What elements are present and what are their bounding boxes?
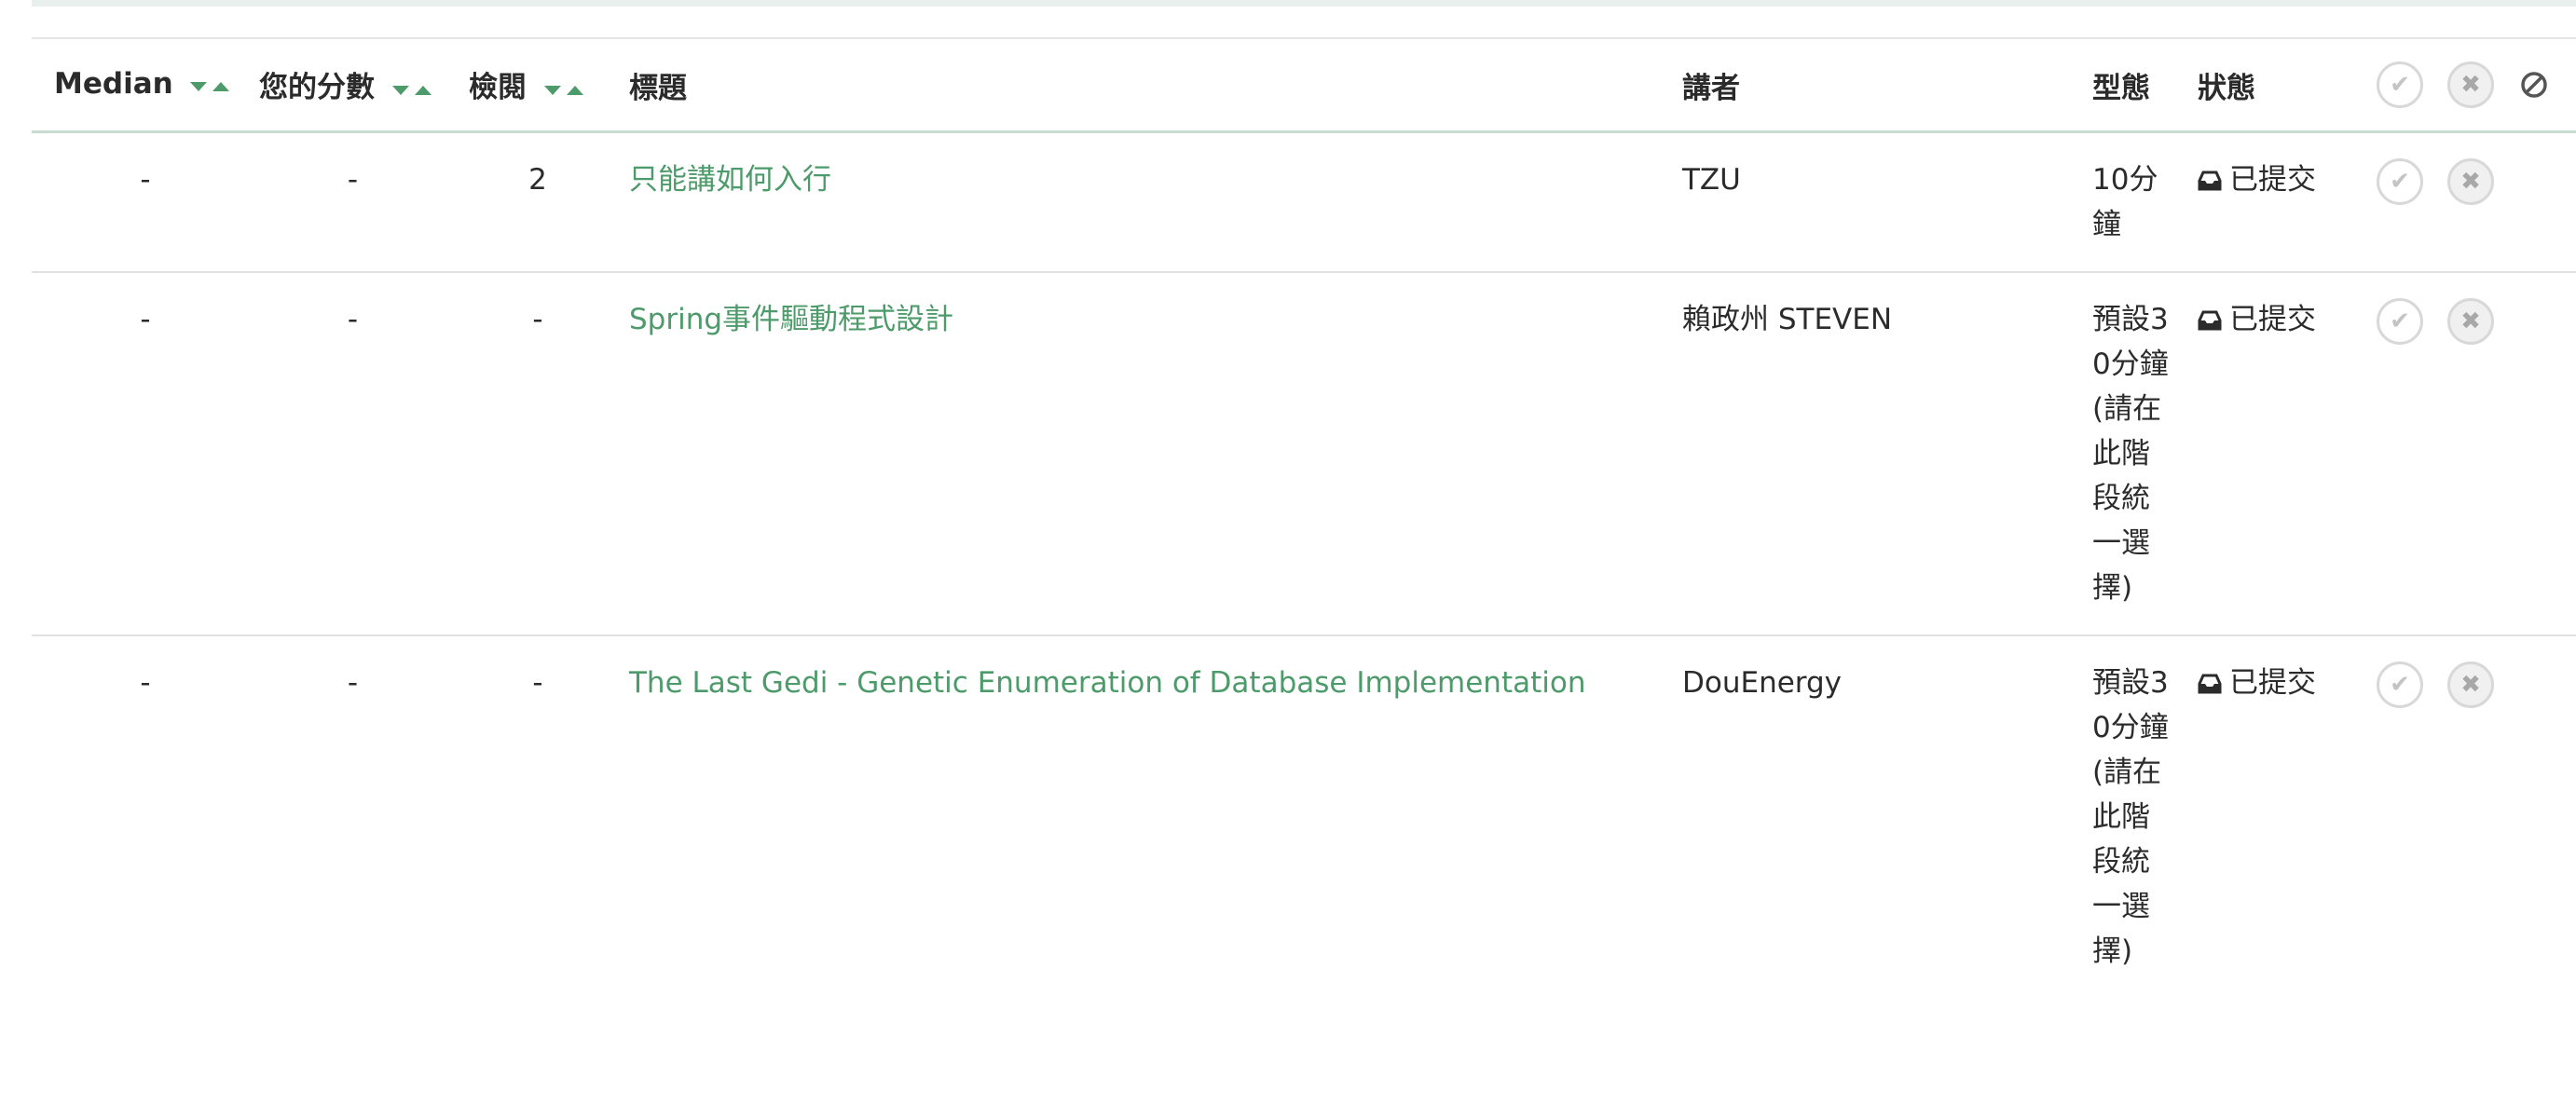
title-cell: The Last Gedi - Genetic Enumeration of D…	[607, 635, 1660, 998]
col-actions: ✔ ✖	[2354, 38, 2576, 132]
sort-toggle[interactable]	[391, 73, 432, 106]
reviews-cell: -	[532, 666, 543, 700]
sort-toggle[interactable]	[543, 73, 583, 106]
caret-down-icon[interactable]	[391, 86, 409, 96]
x-icon: ✖	[2460, 307, 2481, 335]
sort-toggle[interactable]	[190, 69, 230, 102]
inbox-icon	[2198, 170, 2222, 191]
check-icon: ✔	[2390, 670, 2410, 699]
your-score-cell: -	[347, 303, 359, 336]
caret-up-icon[interactable]	[566, 86, 583, 96]
table-row: - - - The Last Gedi - Genetic Enumeratio…	[32, 635, 2576, 998]
caret-up-icon[interactable]	[212, 82, 230, 92]
median-cell: -	[140, 163, 151, 197]
accept-all-button[interactable]: ✔	[2377, 61, 2423, 108]
col-title: 標題	[629, 71, 687, 105]
x-icon: ✖	[2460, 71, 2481, 99]
your-score-cell: -	[347, 666, 359, 700]
x-icon: ✖	[2460, 167, 2481, 196]
table-row: - - - Spring事件驅動程式設計 賴政州 STEVEN 預設30分鐘(請…	[32, 272, 2576, 635]
reviews-cell: 2	[528, 163, 547, 197]
title-cell: 只能講如何入行	[607, 132, 1660, 273]
actions-cell: ✔ ✖	[2354, 132, 2576, 273]
reviews-cell: -	[532, 303, 543, 336]
inbox-icon	[2198, 674, 2222, 694]
speaker-cell: 賴政州 STEVEN	[1682, 303, 1893, 336]
median-cell: -	[140, 666, 151, 700]
inbox-icon	[2198, 310, 2222, 331]
reject-all-button[interactable]: ✖	[2447, 61, 2494, 108]
caret-down-icon[interactable]	[543, 86, 561, 96]
reject-button[interactable]: ✖	[2447, 157, 2494, 205]
type-cell: 預設30分鐘(請在此階段統一選擇)	[2092, 666, 2169, 968]
status-cell: 已提交	[2175, 132, 2354, 273]
x-icon: ✖	[2460, 670, 2481, 699]
reject-button[interactable]: ✖	[2447, 297, 2494, 345]
col-speaker: 講者	[1682, 71, 1740, 105]
speaker-cell: TZU	[1682, 163, 1741, 197]
check-icon: ✔	[2390, 167, 2410, 196]
accept-button[interactable]: ✔	[2377, 157, 2423, 205]
status-label: 已提交	[2229, 666, 2316, 700]
status-label: 已提交	[2229, 163, 2316, 197]
actions-cell: ✔ ✖	[2354, 272, 2576, 635]
status-cell: 已提交	[2175, 635, 2354, 998]
col-median-label: Median	[54, 67, 173, 102]
proposals-table: Median 您的分數 檢閱 標題 講者 型態 狀態 ✔ ✖ - - 2 只能講…	[32, 37, 2576, 998]
table-header-row: Median 您的分數 檢閱 標題 講者 型態 狀態 ✔ ✖	[32, 38, 2576, 132]
proposals-page: Median 您的分數 檢閱 標題 講者 型態 狀態 ✔ ✖ - - 2 只能講…	[0, 0, 2576, 1118]
top-bar	[32, 0, 2576, 7]
your-score-cell: -	[347, 163, 359, 197]
caret-down-icon[interactable]	[190, 82, 208, 92]
actions-cell: ✔ ✖	[2354, 635, 2576, 998]
proposal-title-link[interactable]: Spring事件驅動程式設計	[629, 303, 953, 336]
col-median[interactable]: Median	[32, 38, 237, 132]
check-icon: ✔	[2390, 71, 2410, 99]
status-label: 已提交	[2229, 303, 2316, 336]
reject-button[interactable]: ✖	[2447, 661, 2494, 708]
caret-up-icon[interactable]	[414, 86, 432, 96]
proposal-title-link[interactable]: 只能講如何入行	[629, 163, 831, 197]
col-type: 型態	[2092, 71, 2150, 105]
col-reviews[interactable]: 檢閱	[446, 38, 607, 132]
table-row: - - 2 只能講如何入行 TZU 10分鐘 已提交 ✔ ✖	[32, 132, 2576, 273]
accept-button[interactable]: ✔	[2377, 297, 2423, 345]
accept-button[interactable]: ✔	[2377, 661, 2423, 708]
status-cell: 已提交	[2175, 272, 2354, 635]
ban-icon[interactable]	[2518, 69, 2550, 101]
col-your-score[interactable]: 您的分數	[237, 38, 446, 132]
title-cell: Spring事件驅動程式設計	[607, 272, 1660, 635]
type-cell: 10分鐘	[2092, 163, 2158, 241]
col-reviews-label: 檢閱	[469, 71, 527, 105]
col-your-score-label: 您的分數	[259, 71, 375, 105]
type-cell: 預設30分鐘(請在此階段統一選擇)	[2092, 303, 2169, 605]
speaker-cell: DouEnergy	[1682, 666, 1843, 700]
col-status: 狀態	[2198, 71, 2255, 105]
median-cell: -	[140, 303, 151, 336]
check-icon: ✔	[2390, 307, 2410, 335]
proposal-title-link[interactable]: The Last Gedi - Genetic Enumeration of D…	[629, 666, 1585, 700]
